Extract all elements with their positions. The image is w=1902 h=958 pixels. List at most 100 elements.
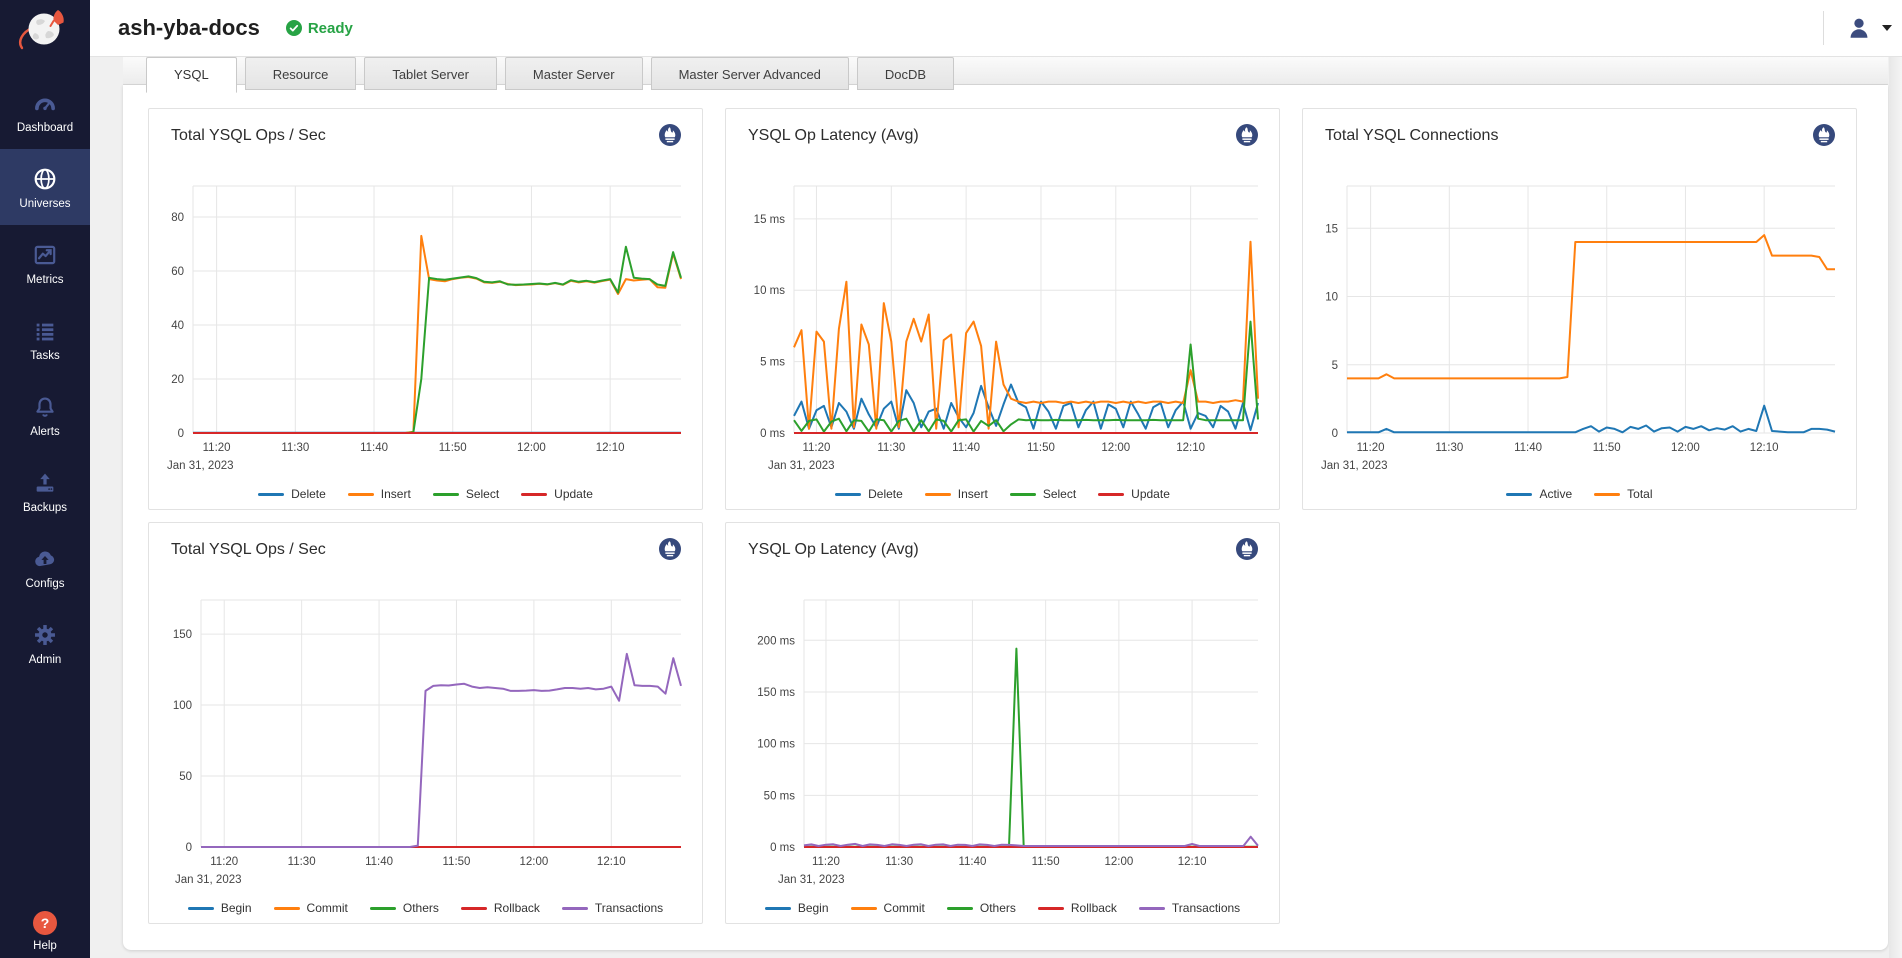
legend-swatch xyxy=(851,907,877,910)
legend-swatch xyxy=(765,907,791,910)
legend-item-active[interactable]: Active xyxy=(1506,487,1572,501)
sidebar-item-backups[interactable]: Backups xyxy=(0,453,90,529)
scrollbar-track[interactable] xyxy=(1889,57,1902,958)
svg-text:100 ms: 100 ms xyxy=(757,739,795,751)
sidebar-item-label: Alerts xyxy=(30,426,59,438)
legend-item-commit[interactable]: Commit xyxy=(274,901,348,915)
legend-item-insert[interactable]: Insert xyxy=(348,487,411,501)
svg-text:11:20: 11:20 xyxy=(812,856,840,868)
tab-resource[interactable]: Resource xyxy=(245,57,357,90)
sidebar-item-admin[interactable]: Admin xyxy=(0,605,90,681)
prometheus-icon[interactable] xyxy=(658,123,682,147)
series-line-select xyxy=(193,247,681,433)
sidebar-item-metrics[interactable]: Metrics xyxy=(0,225,90,301)
legend-item-transactions[interactable]: Transactions xyxy=(562,901,663,915)
legend-label: Rollback xyxy=(1071,901,1117,915)
legend-label: Commit xyxy=(307,901,348,915)
svg-text:12:10: 12:10 xyxy=(1176,442,1205,454)
help-icon: ? xyxy=(33,911,57,935)
prometheus-icon[interactable] xyxy=(658,537,682,561)
globe-icon xyxy=(31,165,59,193)
legend-item-others[interactable]: Others xyxy=(370,901,439,915)
svg-text:11:40: 11:40 xyxy=(1514,442,1542,454)
tab-tablet-server[interactable]: Tablet Server xyxy=(364,57,497,90)
prometheus-icon[interactable] xyxy=(1235,123,1259,147)
sidebar-item-tasks[interactable]: Tasks xyxy=(0,301,90,377)
svg-text:Jan 31, 2023: Jan 31, 2023 xyxy=(778,874,845,886)
svg-text:0: 0 xyxy=(186,842,192,854)
legend-item-begin[interactable]: Begin xyxy=(188,901,252,915)
prometheus-icon[interactable] xyxy=(1235,537,1259,561)
legend-swatch xyxy=(925,493,951,496)
tab-docdb[interactable]: DocDB xyxy=(857,57,954,90)
legend-swatch xyxy=(835,493,861,496)
chart-card-1: YSQL Op Latency (Avg)0 ms5 ms10 ms15 ms1… xyxy=(725,108,1280,510)
legend-item-insert[interactable]: Insert xyxy=(925,487,988,501)
svg-text:20: 20 xyxy=(171,374,184,386)
tab-master-server[interactable]: Master Server xyxy=(505,57,643,90)
svg-text:11:30: 11:30 xyxy=(885,856,913,868)
legend-item-commit[interactable]: Commit xyxy=(851,901,925,915)
svg-text:11:30: 11:30 xyxy=(288,856,316,868)
svg-text:12:00: 12:00 xyxy=(520,856,549,868)
chart-legend: Delete Insert Select Update xyxy=(149,487,702,501)
svg-text:150 ms: 150 ms xyxy=(757,687,795,699)
sidebar-item-alerts[interactable]: Alerts xyxy=(0,377,90,453)
legend-label: Commit xyxy=(884,901,925,915)
svg-text:11:50: 11:50 xyxy=(1032,856,1060,868)
legend-item-delete[interactable]: Delete xyxy=(835,487,903,501)
legend-swatch xyxy=(370,907,396,910)
chart-card-3: Total YSQL Ops / Sec05010015011:2011:301… xyxy=(148,522,703,924)
tab-master-server-advanced[interactable]: Master Server Advanced xyxy=(651,57,849,90)
svg-text:11:50: 11:50 xyxy=(439,442,467,454)
series-line-insert xyxy=(193,236,681,433)
legend-item-transactions[interactable]: Transactions xyxy=(1139,901,1240,915)
svg-text:12:00: 12:00 xyxy=(1101,442,1130,454)
status-label: Ready xyxy=(308,20,353,37)
chart-card-4: YSQL Op Latency (Avg)0 ms50 ms100 ms150 … xyxy=(725,522,1280,924)
svg-text:0 ms: 0 ms xyxy=(760,428,785,440)
series-line-active xyxy=(1347,406,1835,433)
yugabyte-logo[interactable] xyxy=(0,0,90,57)
sidebar-item-configs[interactable]: Configs xyxy=(0,529,90,605)
chart-title: YSQL Op Latency (Avg) xyxy=(748,127,919,145)
legend-label: Update xyxy=(554,487,593,501)
chart-row-2: Total YSQL Ops / Sec05010015011:2011:301… xyxy=(148,522,1280,924)
legend-item-rollback[interactable]: Rollback xyxy=(461,901,540,915)
legend-label: Active xyxy=(1539,487,1572,501)
legend-item-update[interactable]: Update xyxy=(521,487,593,501)
svg-text:12:00: 12:00 xyxy=(517,442,546,454)
prometheus-icon[interactable] xyxy=(1812,123,1836,147)
check-circle-icon xyxy=(286,20,302,36)
sidebar-nav: Dashboard UniversesMetricsTasks Alerts Back… xyxy=(0,73,90,681)
tab-ysql[interactable]: YSQL xyxy=(146,57,237,93)
legend-item-update[interactable]: Update xyxy=(1098,487,1170,501)
chart-plot: 0 ms50 ms100 ms150 ms200 ms11:2011:3011:… xyxy=(726,523,1279,891)
svg-text:10 ms: 10 ms xyxy=(754,285,786,297)
legend-item-select[interactable]: Select xyxy=(1010,487,1076,501)
sidebar-item-dashboard[interactable]: Dashboard xyxy=(0,73,90,149)
sidebar-item-label: Dashboard xyxy=(17,122,73,134)
sidebar-item-help[interactable]: ? Help xyxy=(0,911,90,952)
svg-text:60: 60 xyxy=(171,266,184,278)
legend-item-rollback[interactable]: Rollback xyxy=(1038,901,1117,915)
svg-text:15: 15 xyxy=(1325,223,1338,235)
chart-plot: 02040608011:2011:3011:4011:5012:0012:10J… xyxy=(149,109,702,477)
legend-item-begin[interactable]: Begin xyxy=(765,901,829,915)
svg-text:11:50: 11:50 xyxy=(1027,442,1055,454)
legend-item-others[interactable]: Others xyxy=(947,901,1016,915)
legend-item-total[interactable]: Total xyxy=(1594,487,1652,501)
sidebar-item-universes[interactable]: Universes xyxy=(0,149,90,225)
legend-item-select[interactable]: Select xyxy=(433,487,499,501)
svg-text:100: 100 xyxy=(173,700,192,712)
chart-card-2: Total YSQL Connections05101511:2011:3011… xyxy=(1302,108,1857,510)
legend-swatch xyxy=(188,907,214,910)
legend-item-delete[interactable]: Delete xyxy=(258,487,326,501)
help-label: Help xyxy=(33,940,57,952)
legend-label: Insert xyxy=(381,487,411,501)
user-menu-button[interactable] xyxy=(1846,15,1892,41)
sidebar-item-label: Backups xyxy=(23,502,67,514)
chart-plot: 05010015011:2011:3011:4011:5012:0012:10J… xyxy=(149,523,702,891)
svg-text:5 ms: 5 ms xyxy=(760,357,785,369)
svg-text:Jan 31, 2023: Jan 31, 2023 xyxy=(1321,460,1388,472)
